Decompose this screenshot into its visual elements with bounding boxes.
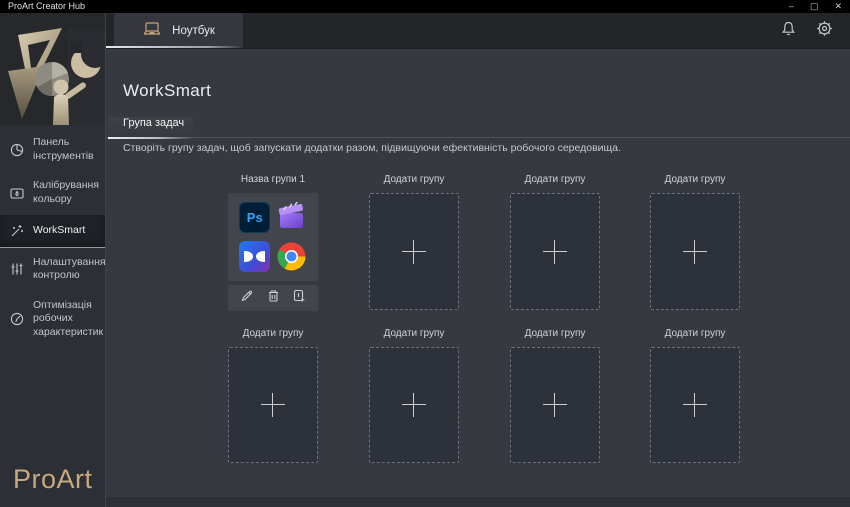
page-tabs: Група задач bbox=[106, 117, 850, 138]
add-group-card[interactable] bbox=[510, 193, 600, 310]
proart-logo: ProArt bbox=[13, 464, 93, 495]
device-tab-bar: Ноутбук bbox=[106, 13, 850, 48]
photoshop-icon: Ps bbox=[239, 202, 270, 233]
plus-icon bbox=[683, 240, 707, 264]
tab-laptop[interactable]: Ноутбук bbox=[114, 13, 243, 48]
dolby-access-icon bbox=[239, 241, 270, 272]
laptop-icon bbox=[142, 21, 162, 40]
content-area: Ноутбук WorkSmart Група задач Створіть г… bbox=[105, 13, 850, 507]
plus-icon bbox=[402, 240, 426, 264]
add-group-label: Додати групу bbox=[369, 328, 459, 339]
tab-laptop-label: Ноутбук bbox=[172, 25, 215, 37]
plus-icon bbox=[683, 393, 707, 417]
add-group-label: Додати групу bbox=[228, 328, 318, 339]
plus-icon bbox=[543, 240, 567, 264]
delete-button[interactable] bbox=[267, 289, 280, 308]
tab-task-group[interactable]: Група задач bbox=[108, 117, 193, 138]
page-description: Створіть групу задач, щоб запускати дода… bbox=[123, 142, 621, 154]
add-group-card[interactable] bbox=[510, 347, 600, 463]
maximize-button[interactable]: ▢ bbox=[810, 0, 819, 13]
control-sliders-icon bbox=[8, 261, 25, 277]
close-button[interactable]: ✕ bbox=[834, 0, 842, 13]
sidebar-item-label: WorkSmart bbox=[33, 224, 85, 238]
color-calibration-icon bbox=[8, 185, 25, 201]
add-group-label: Додати групу bbox=[650, 328, 740, 339]
sidebar: Панель інструментів Калібрування кольору… bbox=[0, 13, 105, 507]
add-group-label: Додати групу bbox=[369, 174, 459, 185]
sidebar-item-performance-optimization[interactable]: Оптимізація робочих характеристик bbox=[0, 291, 105, 348]
window-title: ProArt Creator Hub bbox=[8, 0, 85, 13]
add-group-card[interactable] bbox=[650, 347, 740, 463]
sidebar-item-worksmart[interactable]: WorkSmart bbox=[0, 215, 105, 248]
magic-wand-icon bbox=[8, 223, 25, 239]
sidebar-item-label: Налаштування контролю bbox=[33, 256, 106, 283]
chrome-icon bbox=[276, 241, 307, 272]
add-group-card[interactable] bbox=[369, 347, 459, 463]
add-group-card[interactable] bbox=[369, 193, 459, 310]
proart-artwork bbox=[0, 13, 105, 125]
plus-icon bbox=[543, 393, 567, 417]
group-card-actions bbox=[228, 285, 318, 311]
page-title: WorkSmart bbox=[123, 81, 211, 101]
add-group-card[interactable] bbox=[228, 347, 318, 463]
edit-button[interactable] bbox=[240, 289, 254, 308]
photoshop-abbr: Ps bbox=[247, 210, 263, 225]
gear-icon[interactable] bbox=[815, 19, 834, 43]
performance-gauge-icon bbox=[8, 311, 25, 327]
add-group-label: Додати групу bbox=[510, 174, 600, 185]
group-card-name: Назва групи 1 bbox=[228, 174, 318, 185]
add-group-label: Додати групу bbox=[650, 174, 740, 185]
footer-strip bbox=[106, 497, 850, 507]
sidebar-item-label: Калібрування кольору bbox=[33, 179, 101, 206]
sidebar-item-dashboard[interactable]: Панель інструментів bbox=[0, 128, 105, 171]
sidebar-item-label: Оптимізація робочих характеристик bbox=[33, 299, 103, 340]
task-group-card[interactable]: Ps bbox=[228, 193, 318, 281]
minimize-button[interactable]: – bbox=[789, 0, 794, 13]
sidebar-menu: Панель інструментів Калібрування кольору… bbox=[0, 128, 105, 348]
window-titlebar: ProArt Creator Hub – ▢ ✕ bbox=[0, 0, 850, 13]
add-group-card[interactable] bbox=[650, 193, 740, 310]
worksmart-page: WorkSmart Група задач Створіть групу зад… bbox=[106, 48, 850, 507]
plus-icon bbox=[402, 393, 426, 417]
add-group-label: Додати групу bbox=[510, 328, 600, 339]
sidebar-item-control-settings[interactable]: Налаштування контролю bbox=[0, 248, 105, 291]
movies-tv-icon bbox=[276, 202, 307, 233]
plus-icon bbox=[261, 393, 285, 417]
sidebar-item-label: Панель інструментів bbox=[33, 136, 101, 163]
dashboard-icon bbox=[8, 142, 25, 158]
sidebar-item-color-calibration[interactable]: Калібрування кольору bbox=[0, 171, 105, 214]
launch-button[interactable] bbox=[292, 289, 306, 308]
bell-icon[interactable] bbox=[780, 20, 797, 42]
